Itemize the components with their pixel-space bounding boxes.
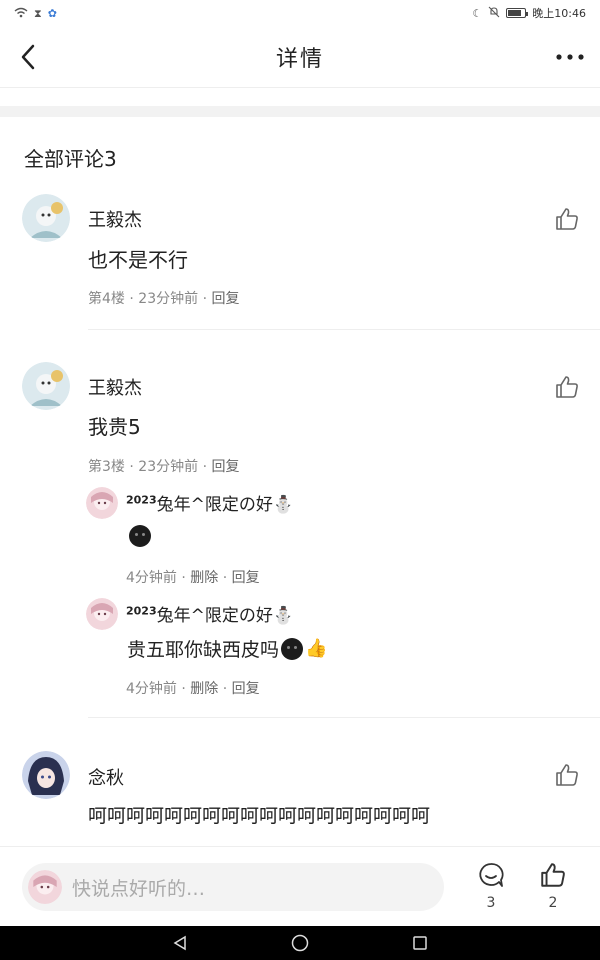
avatar[interactable] (22, 362, 70, 410)
reply-name-text: 兔年^限定の好⛄ (156, 495, 295, 515)
comment-username[interactable]: 王毅杰 (88, 206, 142, 232)
reply-time: 4分钟前 (126, 570, 177, 586)
like-count-button[interactable]: 2 (533, 861, 573, 911)
reply-text (127, 525, 151, 547)
reply-meta: 4分钟前 · 删除 · 回复 (126, 678, 260, 698)
reply-avatar[interactable] (86, 598, 118, 630)
comment-text: 我贵5 (88, 415, 141, 439)
system-nav-bar (0, 926, 600, 960)
like-icon[interactable] (554, 762, 580, 788)
meta-separator: · (222, 570, 228, 586)
square-recents-icon (413, 936, 427, 950)
comment-time: 23分钟前 (138, 291, 199, 307)
bottom-bar: 快说点好听的… 3 2 (0, 846, 600, 926)
reply-text-content: 贵五耶你缺西皮吗 (127, 639, 280, 661)
reply-link[interactable]: 回复 (232, 570, 260, 586)
dark-face-emoji-icon (281, 637, 304, 660)
reply-name-sup: 2023 (126, 493, 157, 507)
mute-icon (488, 6, 500, 20)
row-divider (88, 329, 600, 330)
reply-meta: 4分钟前 · 删除 · 回复 (126, 567, 260, 587)
status-right: ☾ 晚上10:46 (472, 5, 586, 21)
paw-icon: ✿ (47, 6, 57, 20)
wifi-icon (14, 7, 28, 20)
delete-link[interactable]: 删除 (190, 570, 218, 586)
reply-link[interactable]: 回复 (211, 291, 239, 307)
comment-meta: 第4楼 · 23分钟前 · 回复 (88, 288, 239, 308)
triangle-back-icon (173, 935, 186, 951)
meta-separator: · (181, 570, 186, 586)
thumbs-up-emoji-icon: 👍 (305, 638, 328, 659)
reply-username[interactable]: 2023兔年^限定の好⛄ (126, 601, 294, 626)
status-bar: ⧗ ✿ ☾ 晚上10:46 (0, 0, 600, 26)
circle-home-icon (291, 934, 309, 952)
avatar[interactable] (22, 194, 70, 242)
comment-bubble-icon (479, 863, 504, 887)
comment-input[interactable]: 快说点好听的… (22, 863, 444, 911)
meta-separator: · (129, 459, 134, 475)
nav-back-button[interactable] (168, 931, 192, 955)
more-dots-icon (556, 54, 584, 60)
section-divider (0, 106, 600, 117)
back-button[interactable] (12, 40, 44, 74)
comment-count-button[interactable]: 3 (471, 861, 511, 911)
comment-count: 3 (486, 895, 496, 911)
more-options-button[interactable] (554, 44, 586, 70)
reply-username[interactable]: 2023兔年^限定の好⛄ (126, 490, 294, 515)
header: 详情 (0, 26, 600, 88)
dark-face-emoji-icon (129, 525, 151, 547)
comment-text: 呵呵呵呵呵呵呵呵呵呵呵呵呵呵呵呵呵呵 (88, 805, 431, 827)
like-icon[interactable] (554, 374, 580, 400)
comment-username[interactable]: 念秋 (88, 764, 124, 790)
reply-name-text: 兔年^限定の好⛄ (156, 606, 295, 626)
like-icon[interactable] (554, 206, 580, 232)
comment-floor: 第3楼 (88, 459, 125, 475)
reply-text: 贵五耶你缺西皮吗 👍 (127, 635, 327, 662)
battery-icon (506, 8, 529, 18)
comment-username[interactable]: 王毅杰 (88, 374, 142, 400)
page-title: 详情 (275, 46, 324, 72)
like-count: 2 (548, 895, 558, 911)
reply-avatar[interactable] (86, 487, 118, 519)
my-avatar (28, 870, 62, 904)
comment-floor: 第4楼 (88, 291, 125, 307)
delete-link[interactable]: 删除 (190, 681, 218, 697)
meta-separator: · (181, 681, 186, 697)
meta-separator: · (129, 291, 134, 307)
thumbs-up-icon (541, 863, 565, 887)
meta-separator: · (202, 291, 208, 307)
input-placeholder: 快说点好听的… (72, 877, 206, 900)
moon-icon: ☾ (472, 6, 483, 20)
status-time: 晚上10:46 (532, 7, 586, 20)
reply-name-sup: 2023 (126, 604, 157, 618)
meta-separator: · (222, 681, 228, 697)
comment-time: 23分钟前 (138, 459, 199, 475)
comment-meta: 第3楼 · 23分钟前 · 回复 (88, 456, 239, 476)
comment-text: 也不是不行 (88, 248, 188, 272)
meta-separator: · (202, 459, 208, 475)
reply-link[interactable]: 回复 (232, 681, 260, 697)
row-divider (88, 717, 600, 718)
status-left: ⧗ ✿ (14, 7, 57, 20)
reply-link[interactable]: 回复 (211, 459, 239, 475)
chevron-left-icon (21, 44, 35, 70)
comments-section-title: 全部评论3 (24, 147, 117, 171)
nav-home-button[interactable] (288, 931, 312, 955)
hourglass-icon: ⧗ (34, 6, 42, 20)
avatar[interactable] (22, 751, 70, 799)
reply-time: 4分钟前 (126, 681, 177, 697)
nav-recents-button[interactable] (408, 931, 432, 955)
